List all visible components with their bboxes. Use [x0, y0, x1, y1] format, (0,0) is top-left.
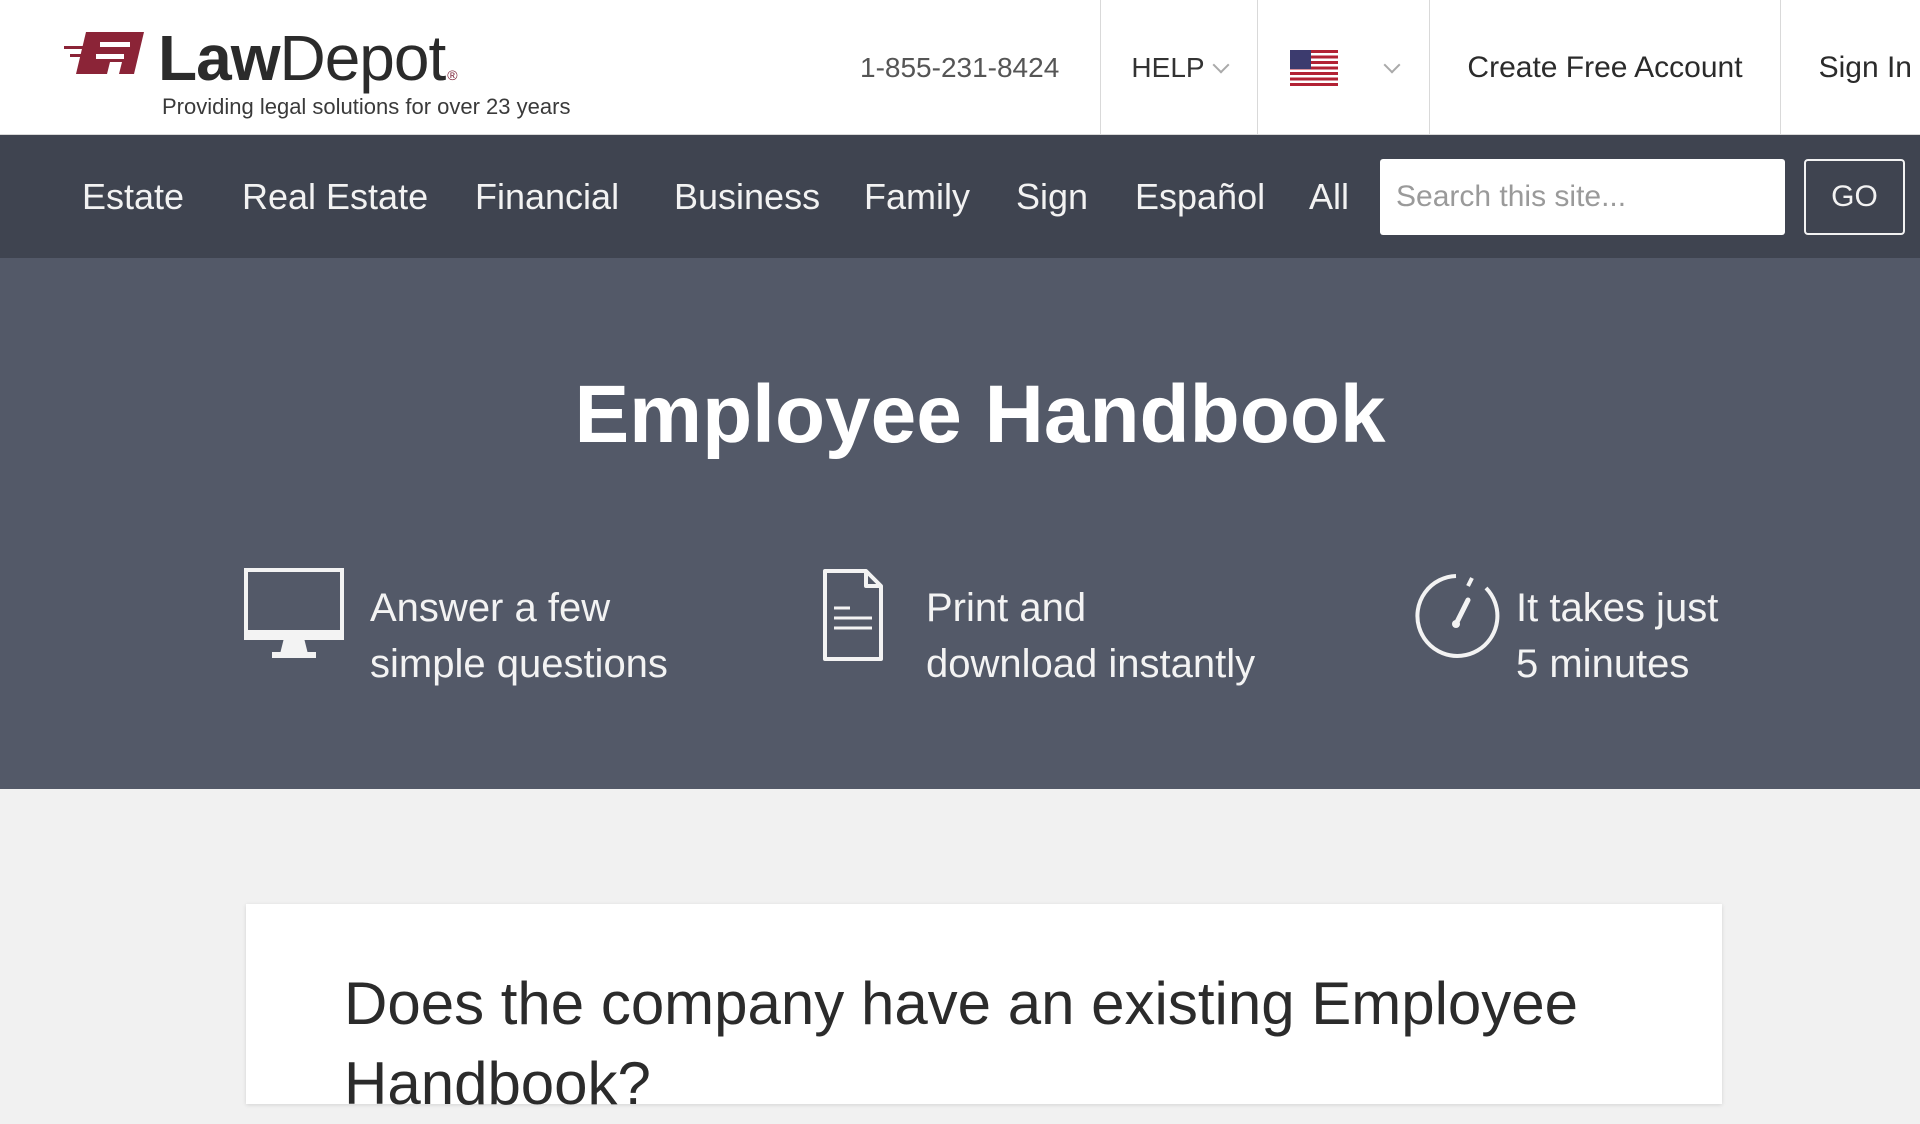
feature-five-minutes: It takes just 5 minutes	[1412, 568, 1732, 686]
feature-text: Print and download instantly	[926, 580, 1255, 692]
phone-number[interactable]: 1-855-231-8424	[860, 0, 1059, 135]
sign-in-link[interactable]: Sign In	[1781, 0, 1920, 135]
create-account-link[interactable]: Create Free Account	[1430, 0, 1780, 135]
nav-item-sign[interactable]: Sign	[1016, 135, 1088, 258]
monitor-icon	[244, 568, 344, 658]
nav-item-all[interactable]: All	[1309, 135, 1349, 258]
nav-item-real-estate[interactable]: Real Estate	[242, 135, 428, 258]
feature-line: simple questions	[370, 642, 668, 686]
top-header: LawDepot ® Providing legal solutions for …	[0, 0, 1920, 135]
hero-banner: Employee Handbook Answer a few simple qu…	[0, 258, 1920, 789]
brand-depot: Depot	[279, 22, 446, 94]
document-icon	[823, 569, 883, 661]
chevron-down-icon	[1383, 56, 1400, 73]
feature-line: 5 minutes	[1516, 642, 1690, 686]
help-label: HELP	[1131, 51, 1205, 83]
nav-item-estate[interactable]: Estate	[82, 135, 184, 258]
search-input[interactable]	[1380, 159, 1785, 235]
registered-mark: ®	[447, 67, 457, 83]
feature-text: It takes just 5 minutes	[1516, 580, 1718, 692]
feature-line: Answer a few	[370, 586, 611, 630]
lawdepot-logo[interactable]: LawDepot ® Providing legal solutions for …	[64, 18, 584, 128]
nav-item-business[interactable]: Business	[674, 135, 820, 258]
chevron-down-icon	[1212, 56, 1230, 73]
feature-text: Answer a few simple questions	[370, 580, 668, 692]
us-flag-icon	[1289, 49, 1338, 86]
search-go-button[interactable]: GO	[1804, 159, 1905, 235]
feature-line: Print and	[926, 586, 1087, 630]
logo-mark-icon	[64, 32, 144, 74]
nav-item-family[interactable]: Family	[864, 135, 970, 258]
nav-item-financial[interactable]: Financial	[475, 135, 619, 258]
tagline: Providing legal solutions for over 23 ye…	[162, 94, 571, 119]
stopwatch-icon	[1415, 574, 1500, 658]
question-text: Does the company have an existing Employ…	[344, 970, 1579, 1117]
feature-line: download instantly	[926, 642, 1256, 686]
page-title: Employee Handbook	[574, 369, 1386, 460]
feature-print-download: Print and download instantly	[822, 568, 1282, 686]
help-dropdown[interactable]: HELP	[1101, 0, 1257, 135]
feature-line: It takes just	[1516, 586, 1719, 630]
question-card: Does the company have an existing Employ…	[246, 904, 1722, 1117]
brand-law: Law	[158, 22, 280, 94]
nav-item-espanol[interactable]: Español	[1135, 135, 1265, 258]
feature-answer-questions: Answer a few simple questions	[244, 568, 684, 686]
country-selector[interactable]	[1258, 0, 1429, 135]
